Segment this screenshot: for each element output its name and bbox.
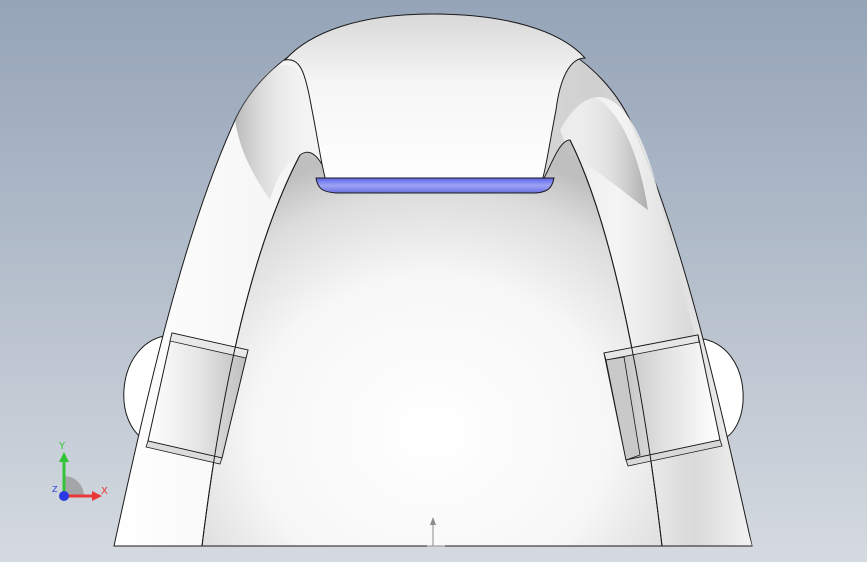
z-axis-dot-icon <box>59 491 69 501</box>
axis-z-label: Z <box>52 485 58 494</box>
model-view[interactable] <box>0 0 867 562</box>
axis-triad[interactable]: Y X Z <box>48 438 128 510</box>
axis-y-label: Y <box>59 441 66 452</box>
axis-x-label: X <box>101 486 108 497</box>
cad-3d-viewport[interactable]: Y X Z <box>0 0 867 562</box>
crown-front-panel <box>283 13 587 189</box>
blue-slot-face <box>315 177 555 194</box>
